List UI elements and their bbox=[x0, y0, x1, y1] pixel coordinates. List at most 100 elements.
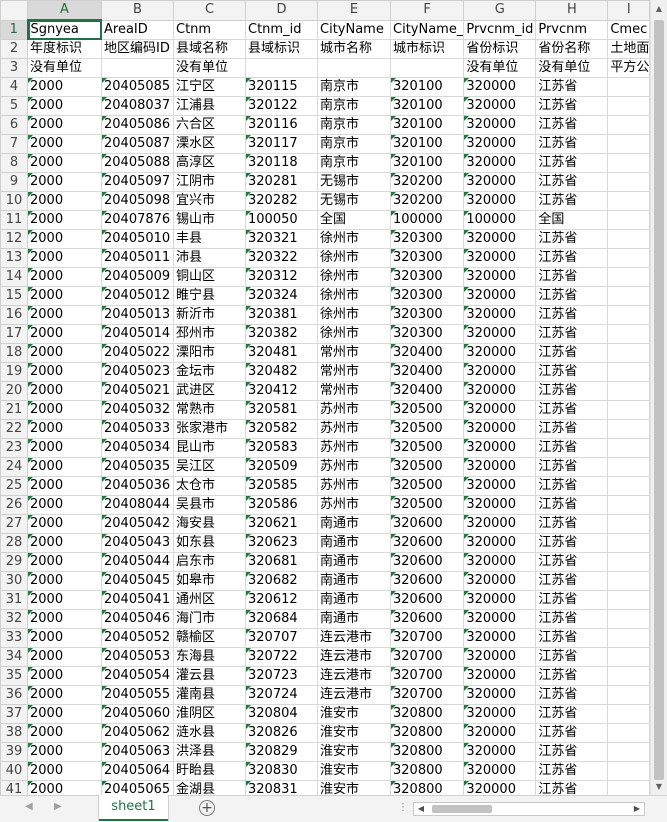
cell[interactable]: 20405044 bbox=[101, 552, 174, 572]
row-header[interactable]: 29 bbox=[0, 552, 28, 572]
cell[interactable]: 320000 bbox=[463, 780, 537, 795]
cell[interactable] bbox=[607, 324, 651, 344]
cell[interactable]: 100000 bbox=[463, 210, 537, 230]
cell[interactable]: 2000 bbox=[27, 761, 102, 781]
cell[interactable]: 320509 bbox=[245, 457, 318, 477]
cell[interactable]: 金湖县 bbox=[173, 780, 246, 795]
row-header[interactable]: 14 bbox=[0, 267, 28, 287]
cell[interactable]: 睢宁县 bbox=[173, 286, 246, 306]
triangle-right-icon[interactable]: ▶ bbox=[54, 801, 62, 812]
cell[interactable]: 320500 bbox=[389, 457, 465, 477]
row-header[interactable]: 5 bbox=[0, 96, 28, 116]
cell[interactable]: 320322 bbox=[245, 248, 318, 268]
cell[interactable]: 2000 bbox=[27, 381, 102, 401]
cell[interactable]: 常州市 bbox=[317, 381, 391, 401]
cell[interactable]: 320000 bbox=[463, 628, 537, 648]
cell[interactable] bbox=[607, 590, 651, 610]
cell[interactable]: 20405060 bbox=[101, 704, 174, 724]
cell[interactable]: 20405062 bbox=[101, 723, 174, 743]
cell[interactable] bbox=[607, 438, 651, 458]
cell[interactable]: 2000 bbox=[27, 780, 102, 795]
row-header[interactable]: 21 bbox=[0, 400, 28, 420]
cell[interactable]: 320000 bbox=[463, 191, 537, 211]
cell[interactable]: 320000 bbox=[463, 267, 537, 287]
cell[interactable]: 2000 bbox=[27, 134, 102, 154]
row-header[interactable]: 36 bbox=[0, 685, 28, 705]
cell[interactable]: 2000 bbox=[27, 533, 102, 553]
row-header[interactable]: 33 bbox=[0, 628, 28, 648]
ellipsis-icon[interactable]: ⋮ bbox=[398, 802, 408, 813]
cell[interactable]: 江苏省 bbox=[535, 153, 609, 173]
cell[interactable]: 20405033 bbox=[101, 419, 174, 439]
cell[interactable]: 320481 bbox=[245, 343, 318, 363]
cell[interactable]: 320800 bbox=[389, 723, 465, 743]
cell[interactable]: 江苏省 bbox=[535, 229, 609, 249]
cell[interactable] bbox=[317, 58, 391, 78]
column-header-d[interactable]: D bbox=[245, 0, 318, 21]
cell[interactable]: 320600 bbox=[389, 514, 465, 534]
cell[interactable]: 没有单位 bbox=[173, 58, 246, 78]
cell[interactable]: 2000 bbox=[27, 115, 102, 135]
column-header-g[interactable]: G bbox=[463, 0, 537, 21]
cell[interactable]: 320681 bbox=[245, 552, 318, 572]
cell[interactable]: 铜山区 bbox=[173, 267, 246, 287]
cell[interactable]: 锡山市 bbox=[173, 210, 246, 230]
cell[interactable]: 城市名称 bbox=[317, 39, 391, 59]
cell[interactable]: 320000 bbox=[463, 704, 537, 724]
cell[interactable]: 2000 bbox=[27, 438, 102, 458]
cell[interactable]: 江苏省 bbox=[535, 685, 609, 705]
cell[interactable]: 淮安市 bbox=[317, 780, 391, 795]
cell[interactable]: 金坛市 bbox=[173, 362, 246, 382]
cell[interactable]: 320831 bbox=[245, 780, 318, 795]
cell[interactable]: 20405042 bbox=[101, 514, 174, 534]
cell[interactable]: 320700 bbox=[389, 628, 465, 648]
row-header[interactable]: 2 bbox=[0, 39, 28, 59]
cell[interactable]: 徐州市 bbox=[317, 286, 391, 306]
vertical-scroll-thumb[interactable] bbox=[654, 20, 664, 780]
cell[interactable]: 江苏省 bbox=[535, 780, 609, 795]
cell[interactable]: 320300 bbox=[389, 229, 465, 249]
cell[interactable]: 没有单位 bbox=[27, 58, 102, 78]
cell[interactable]: 2000 bbox=[27, 400, 102, 420]
row-header[interactable]: 15 bbox=[0, 286, 28, 306]
cell[interactable]: 江苏省 bbox=[535, 343, 609, 363]
cell[interactable]: 320000 bbox=[463, 514, 537, 534]
column-header-a[interactable]: A bbox=[27, 0, 102, 21]
cell[interactable]: 江苏省 bbox=[535, 77, 609, 97]
cell[interactable]: 地区编码ID bbox=[101, 39, 174, 59]
cell[interactable]: 县域标识 bbox=[245, 39, 318, 59]
plus-circle-icon[interactable]: + bbox=[199, 800, 215, 816]
cell[interactable]: 20405088 bbox=[101, 153, 174, 173]
cell[interactable]: Sgnyea bbox=[27, 19, 102, 40]
cell[interactable]: 100050 bbox=[245, 210, 318, 230]
cell[interactable]: 江宁区 bbox=[173, 77, 246, 97]
cell[interactable]: 淮安市 bbox=[317, 761, 391, 781]
cell[interactable]: 连云港市 bbox=[317, 666, 391, 686]
cell[interactable]: 320412 bbox=[245, 381, 318, 401]
cell[interactable]: 南通市 bbox=[317, 514, 391, 534]
cell[interactable]: 吴县市 bbox=[173, 495, 246, 515]
cell[interactable]: 320800 bbox=[389, 742, 465, 762]
cell[interactable] bbox=[607, 172, 651, 192]
sheet-tab[interactable]: sheet1 bbox=[99, 795, 168, 821]
cell[interactable]: 320722 bbox=[245, 647, 318, 667]
cell[interactable]: 20405014 bbox=[101, 324, 174, 344]
spreadsheet-grid[interactable]: ABCDEFGHI 1 Sgnyea AreaID Ctnm Ctnm_id CityNa… bbox=[0, 0, 667, 795]
cell[interactable]: 江苏省 bbox=[535, 191, 609, 211]
cell[interactable]: 南京市 bbox=[317, 115, 391, 135]
cell[interactable]: 320000 bbox=[463, 229, 537, 249]
cell[interactable]: 20405087 bbox=[101, 134, 174, 154]
cell[interactable]: 省份标识 bbox=[463, 39, 537, 59]
cell[interactable]: 太仓市 bbox=[173, 476, 246, 496]
vertical-scrollbar[interactable]: ▲ ▼ bbox=[650, 0, 667, 795]
cell[interactable]: 常熟市 bbox=[173, 400, 246, 420]
cell[interactable]: 如东县 bbox=[173, 533, 246, 553]
cell[interactable]: 江苏省 bbox=[535, 590, 609, 610]
cell[interactable]: 320583 bbox=[245, 438, 318, 458]
cell[interactable]: 320826 bbox=[245, 723, 318, 743]
cell[interactable]: 江阴市 bbox=[173, 172, 246, 192]
cell[interactable]: 2000 bbox=[27, 362, 102, 382]
cell[interactable] bbox=[607, 400, 651, 420]
cell[interactable]: 南京市 bbox=[317, 96, 391, 116]
cell[interactable] bbox=[607, 761, 651, 781]
